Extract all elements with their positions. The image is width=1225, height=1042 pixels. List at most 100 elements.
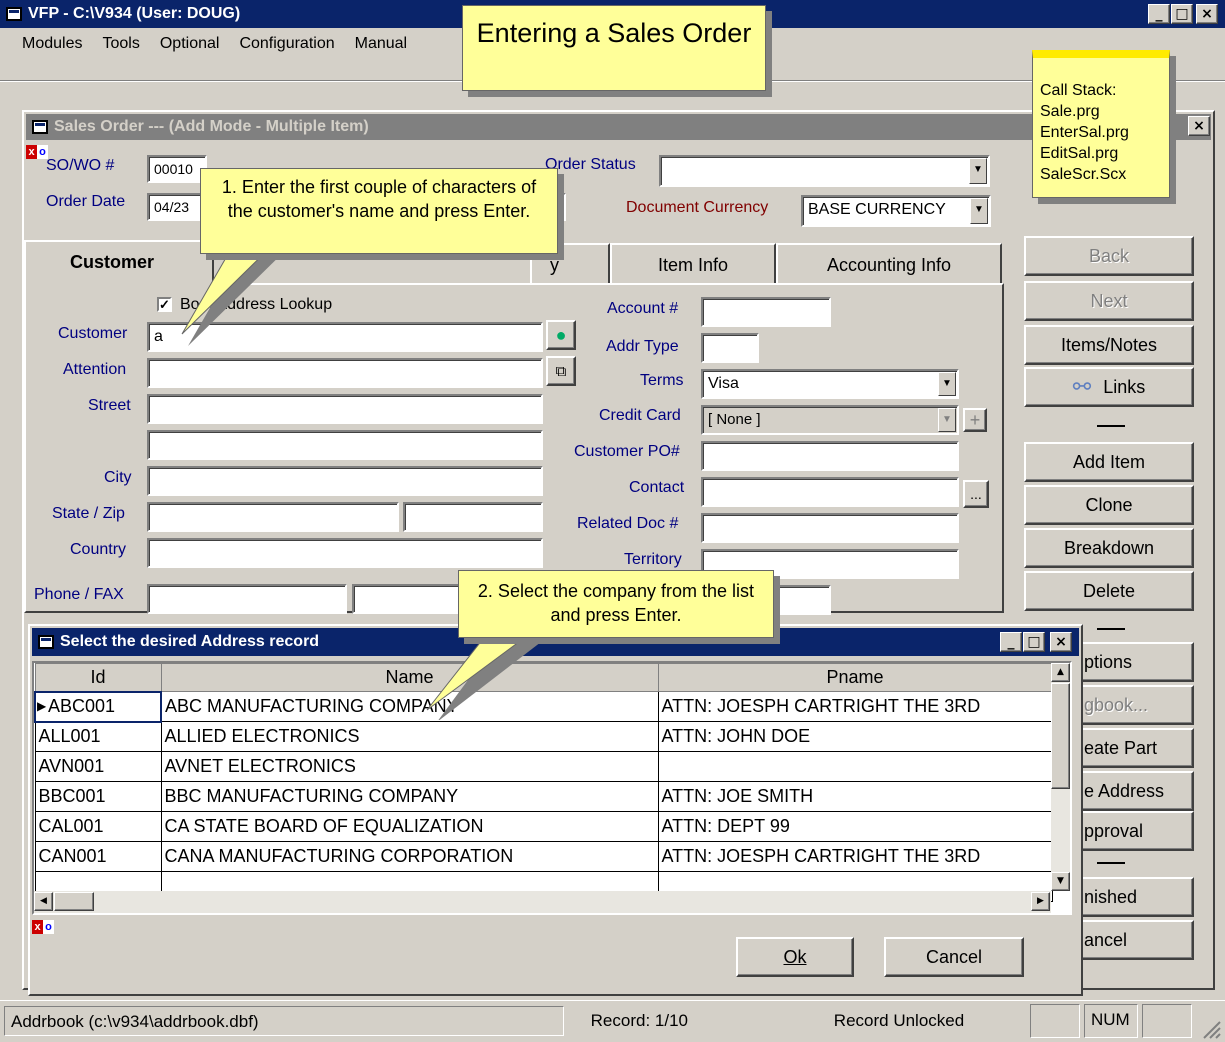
street-label: Street — [88, 397, 131, 414]
delete-icon[interactable]: x — [26, 145, 37, 159]
menu-optional[interactable]: Optional — [160, 35, 220, 53]
contact-browse-button[interactable]: ... — [963, 480, 989, 508]
step1-callout: 1. Enter the first couple of characters … — [200, 168, 558, 254]
close-button[interactable]: × — [1196, 4, 1218, 24]
customer-po-input[interactable] — [701, 441, 959, 471]
doc-currency-select[interactable]: BASE CURRENCY ▼ — [801, 195, 991, 227]
scroll-hthumb[interactable] — [54, 892, 94, 911]
phone-input[interactable] — [147, 584, 347, 614]
table-cell[interactable]: ATTN: JOE SMITH — [657, 781, 1053, 812]
add-card-button[interactable]: + — [963, 408, 987, 432]
scroll-left-icon[interactable]: ◀ — [34, 892, 53, 911]
table-cell[interactable]: ALLIED ELECTRONICS — [160, 721, 659, 752]
table-cell[interactable]: ATTN: JOESPH CARTRIGHT THE 3RD — [657, 691, 1053, 722]
order-status-select[interactable]: ▼ — [659, 155, 990, 187]
dialog-maximize-button[interactable]: □ — [1023, 632, 1045, 652]
links-button[interactable]: ⚯ Links — [1024, 367, 1194, 407]
table-cell[interactable]: CAL001 — [34, 811, 162, 842]
scroll-right-icon[interactable]: ▶ — [1031, 892, 1050, 911]
zip-input[interactable] — [403, 502, 543, 532]
addr-type-input[interactable] — [701, 333, 759, 363]
menu-tools[interactable]: Tools — [102, 35, 139, 53]
delete-button[interactable]: Delete — [1024, 571, 1194, 611]
contact-input[interactable] — [701, 477, 959, 507]
table-cell[interactable]: ATTN: DEPT 99 — [657, 811, 1053, 842]
account-input[interactable] — [701, 297, 831, 327]
dialog-nav-icons[interactable]: xo — [32, 920, 54, 934]
record-nav-icons[interactable]: xo — [26, 145, 48, 159]
table-cell[interactable]: CANA MANUFACTURING CORPORATION — [160, 841, 659, 872]
menu-modules[interactable]: Modules — [22, 35, 82, 53]
order-date-input[interactable]: 04/23 — [147, 193, 207, 221]
credit-card-select[interactable]: [ None ] ▼ — [701, 405, 959, 435]
maximize-button[interactable]: □ — [1171, 4, 1193, 24]
table-row[interactable]: BBC001 BBC MANUFACTURING COMPANY ATTN: J… — [34, 781, 1053, 812]
clone-button[interactable]: Clone — [1024, 485, 1194, 525]
dialog-minimize-button[interactable]: _ — [1000, 632, 1022, 652]
state-input[interactable] — [147, 502, 399, 532]
menu-manual[interactable]: Manual — [355, 35, 407, 53]
chevron-down-icon[interactable]: ▼ — [969, 158, 987, 184]
table-cell[interactable]: ABC MANUFACTURING COMPANY — [160, 691, 659, 722]
back-button[interactable]: Back — [1024, 236, 1194, 276]
attention-input[interactable] — [147, 358, 543, 388]
table-cell[interactable]: ATTN: JOESPH CARTRIGHT THE 3RD — [657, 841, 1053, 872]
table-cell[interactable]: AVN001 — [34, 751, 162, 782]
attention-label: Attention — [63, 361, 127, 378]
minimize-button[interactable]: _ — [1148, 4, 1170, 24]
table-cell[interactable]: ▶ ABC001 — [34, 690, 162, 723]
terms-select[interactable]: Visa ▼ — [701, 369, 959, 399]
sales-order-close-button[interactable]: × — [1188, 116, 1210, 136]
table-row[interactable]: CAL001 CA STATE BOARD OF EQUALIZATION AT… — [34, 811, 1053, 842]
column-header-pname[interactable]: Pname — [657, 663, 1053, 692]
city-input[interactable] — [147, 466, 543, 496]
scroll-thumb[interactable] — [1051, 683, 1070, 789]
table-row[interactable]: AVN001 AVNET ELECTRONICS — [34, 751, 1053, 782]
street2-input[interactable] — [147, 430, 543, 460]
country-input[interactable] — [147, 538, 543, 568]
tab-item-info[interactable]: Item Info — [610, 243, 776, 283]
table-cell[interactable] — [657, 751, 1053, 782]
chevron-down-icon[interactable]: ▼ — [938, 408, 956, 432]
dialog-close-button[interactable]: × — [1050, 632, 1072, 652]
call-stack-line: Sale.prg — [1040, 103, 1100, 120]
menu-configuration[interactable]: Configuration — [239, 35, 334, 53]
next-button[interactable]: Next — [1024, 281, 1194, 321]
column-header-name[interactable]: Name — [160, 663, 659, 692]
globe-icon[interactable]: ● — [546, 320, 576, 350]
items-notes-button[interactable]: Items/Notes — [1024, 325, 1194, 365]
cancel-button[interactable]: Cancel — [884, 937, 1024, 977]
column-header-id[interactable]: Id — [34, 663, 162, 692]
menu-bar: Modules Tools Optional Configuration Man… — [0, 28, 470, 60]
related-doc-input[interactable] — [701, 513, 959, 543]
table-cell[interactable]: AVNET ELECTRONICS — [160, 751, 659, 782]
ok-button[interactable]: Ok — [736, 937, 854, 977]
fax-input[interactable] — [352, 584, 462, 614]
restore-icon[interactable]: o — [43, 920, 54, 934]
chevron-down-icon[interactable]: ▼ — [970, 198, 988, 224]
sales-order-title: Sales Order --- (Add Mode - Multiple Ite… — [54, 118, 369, 135]
horizontal-scrollbar[interactable]: ◀ ▶ — [34, 891, 1051, 913]
status-lock: Record Unlocked — [833, 1011, 965, 1030]
table-cell[interactable]: ALL001 — [34, 721, 162, 752]
scroll-down-icon[interactable]: ▼ — [1051, 872, 1070, 891]
street-input[interactable] — [147, 394, 543, 424]
table-cell[interactable]: CAN001 — [34, 841, 162, 872]
table-cell[interactable]: CA STATE BOARD OF EQUALIZATION — [160, 811, 659, 842]
breakdown-button[interactable]: Breakdown — [1024, 528, 1194, 568]
add-item-button[interactable]: Add Item — [1024, 442, 1194, 482]
chevron-down-icon[interactable]: ▼ — [938, 372, 956, 396]
phone-fax-label: Phone / FAX — [34, 586, 124, 603]
table-cell[interactable]: BBC MANUFACTURING COMPANY — [160, 781, 659, 812]
table-row[interactable]: CAN001 CANA MANUFACTURING CORPORATION AT… — [34, 841, 1053, 872]
delete-icon[interactable]: x — [32, 920, 43, 934]
scroll-up-icon[interactable]: ▲ — [1051, 663, 1070, 682]
vertical-scrollbar[interactable]: ▲ ▼ — [1051, 663, 1070, 891]
copy-icon[interactable]: ⧉ — [546, 356, 576, 386]
so-input[interactable]: 00010 — [147, 155, 207, 183]
table-cell[interactable]: ATTN: JOHN DOE — [657, 721, 1053, 752]
table-row[interactable]: ALL001 ALLIED ELECTRONICS ATTN: JOHN DOE — [34, 721, 1053, 752]
tab-accounting-info[interactable]: Accounting Info — [776, 243, 1002, 283]
resize-grip-icon[interactable] — [1200, 1018, 1222, 1040]
table-cell[interactable]: BBC001 — [34, 781, 162, 812]
